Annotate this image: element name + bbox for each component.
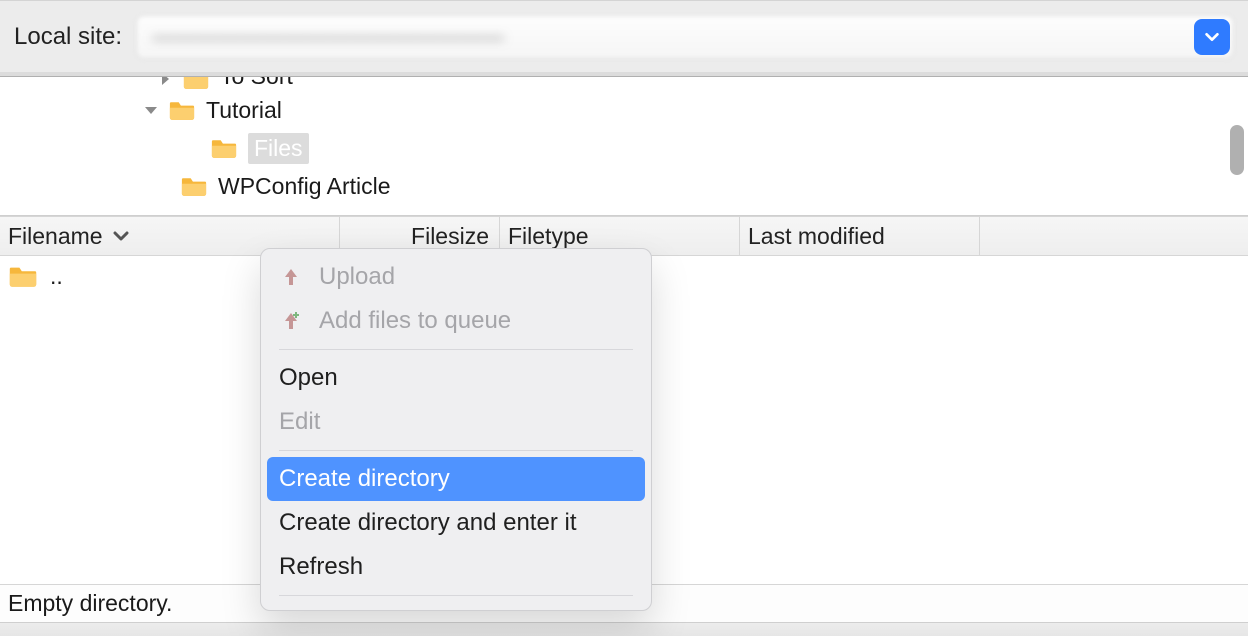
menu-upload: Upload [261, 255, 651, 299]
tree-item-tutorial[interactable]: Tutorial [0, 91, 1248, 129]
column-spacer [980, 217, 1248, 255]
status-text: Empty directory. [8, 590, 172, 617]
chevron-down-icon [1203, 28, 1221, 46]
add-to-queue-icon [279, 311, 303, 331]
folder-icon [8, 264, 38, 288]
panel-bottom-strip [0, 622, 1248, 636]
context-menu: Upload Add files to queue Open Edit Crea… [260, 248, 652, 611]
menu-create-directory-enter[interactable]: Create directory and enter it [261, 501, 651, 545]
expander-collapsed-icon[interactable] [154, 76, 176, 90]
local-site-bar: Local site: ———————————————— [0, 0, 1248, 76]
menu-create-directory[interactable]: Create directory [267, 457, 645, 501]
menu-add-to-queue: Add files to queue [261, 299, 651, 343]
local-site-combo[interactable]: ———————————————— [136, 15, 1234, 59]
local-site-dropdown-button[interactable] [1194, 19, 1230, 55]
menu-separator [279, 349, 633, 350]
folder-icon [210, 137, 238, 159]
menu-open[interactable]: Open [261, 356, 651, 400]
local-site-input [136, 15, 1234, 59]
tree-item-label: WPConfig Article [218, 173, 391, 200]
tree-item-label: Files [248, 133, 309, 164]
local-tree-panel[interactable]: To Sort Tutorial Files WPConfig Article [0, 76, 1248, 216]
tree-item-files[interactable]: Files [0, 129, 1248, 167]
menu-edit: Edit [261, 400, 651, 444]
tree-item-label: Tutorial [206, 97, 282, 124]
tree-item-to-sort[interactable]: To Sort [0, 76, 1248, 91]
tree-item-label: To Sort [220, 76, 293, 90]
expander-expanded-icon[interactable] [140, 99, 162, 121]
folder-icon [180, 175, 208, 197]
folder-icon [182, 76, 210, 90]
column-last-modified[interactable]: Last modified [740, 217, 980, 255]
local-site-label: Local site: [14, 23, 122, 51]
upload-icon [279, 267, 303, 287]
menu-refresh[interactable]: Refresh [261, 545, 651, 589]
folder-icon [168, 99, 196, 121]
menu-separator [279, 450, 633, 451]
parent-dir-label: .. [50, 263, 63, 290]
tree-item-wpconfig[interactable]: WPConfig Article [0, 167, 1248, 205]
scrollbar-thumb[interactable] [1230, 125, 1244, 175]
sort-indicator-icon [111, 226, 131, 246]
menu-separator [279, 595, 633, 596]
